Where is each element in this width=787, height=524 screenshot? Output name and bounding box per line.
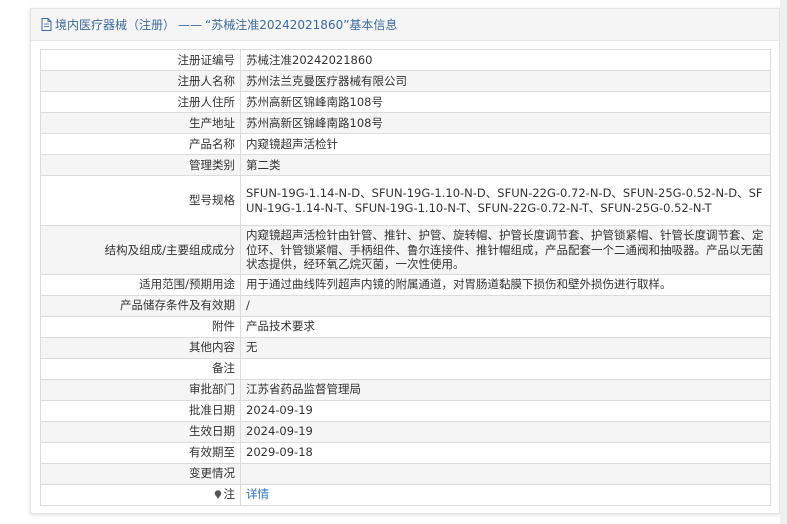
- table-row: 生产地址 苏州高新区锦峰南路108号: [40, 112, 771, 134]
- row-value: 产品技术要求: [240, 315, 771, 338]
- row-label: 审批部门: [40, 378, 241, 401]
- row-label: 注册人名称: [40, 70, 241, 92]
- row-value: [240, 357, 771, 380]
- table-row: 适用范围/预期用途 用于通过曲线阵列超声内镜的附属通道，对胃肠道黏膜下损伤和壁外…: [40, 273, 771, 296]
- row-label: 变更情况: [40, 462, 241, 485]
- row-label: 结构及组成/主要组成成分: [40, 225, 241, 275]
- table-row: 管理类别 第二类: [40, 154, 771, 176]
- note-label-cell: 注: [40, 483, 241, 506]
- row-value: 苏州法兰克曼医疗器械有限公司: [240, 70, 771, 92]
- table-row: 附件 产品技术要求: [40, 315, 771, 338]
- row-value: /: [240, 294, 771, 317]
- panel-header: 境内医疗器械（注册） —— “苏械注准20242021860”基本信息: [31, 9, 779, 41]
- row-value: 内窥镜超声活检针由针管、推针、护管、旋转帽、护管长度调节套、护管锁紧帽、针管长度…: [240, 225, 771, 275]
- header-separator: ——: [178, 17, 203, 32]
- row-value: 无: [240, 336, 771, 359]
- row-label: 有效期至: [40, 441, 241, 464]
- row-value: 第二类: [240, 154, 771, 176]
- row-value: 2024-09-19: [240, 420, 771, 443]
- location-pin-icon: [214, 490, 221, 500]
- table-row: 结构及组成/主要组成成分 内窥镜超声活检针由针管、推针、护管、旋转帽、护管长度调…: [40, 225, 771, 275]
- table-row: 注册人住所 苏州高新区锦峰南路108号: [40, 91, 771, 113]
- row-label: 适用范围/预期用途: [40, 273, 241, 296]
- table-row: 生效日期 2024-09-19: [40, 420, 771, 443]
- row-value: 2024-09-19: [240, 399, 771, 422]
- scrollbar[interactable]: [780, 0, 787, 524]
- row-label: 备注: [40, 357, 241, 380]
- row-label: 生效日期: [40, 420, 241, 443]
- row-label: 附件: [40, 315, 241, 338]
- table-row: 批准日期 2024-09-19: [40, 399, 771, 422]
- table-row: 其他内容 无: [40, 336, 771, 359]
- note-value-cell: 详情: [240, 483, 771, 506]
- document-icon: [41, 18, 52, 31]
- table-row: 产品名称 内窥镜超声活检针: [40, 133, 771, 155]
- table-row: 审批部门 江苏省药品监督管理局: [40, 378, 771, 401]
- row-label: 管理类别: [40, 154, 241, 176]
- row-label: 型号规格: [40, 175, 241, 226]
- table-row: 备注: [40, 357, 771, 380]
- table-row-note: 注 详情: [40, 483, 771, 506]
- row-label: 注册人住所: [40, 91, 241, 113]
- details-link[interactable]: 详情: [246, 487, 269, 501]
- row-value: 苏械注准20242021860: [240, 49, 771, 71]
- row-value: 内窥镜超声活检针: [240, 133, 771, 155]
- row-value: [240, 462, 771, 485]
- page-title: “苏械注准20242021860”基本信息: [205, 18, 398, 32]
- row-value: 苏州高新区锦峰南路108号: [240, 91, 771, 113]
- table-row: 变更情况: [40, 462, 771, 485]
- note-label: 注: [223, 487, 236, 502]
- table-row: 注册人名称 苏州法兰克曼医疗器械有限公司: [40, 70, 771, 92]
- table-row: 有效期至 2029-09-18: [40, 441, 771, 464]
- row-label: 批准日期: [40, 399, 241, 422]
- row-label: 产品名称: [40, 133, 241, 155]
- row-value: SFUN-19G-1.14-N-D、SFUN-19G-1.10-N-D、SFUN…: [240, 175, 771, 226]
- row-value: 用于通过曲线阵列超声内镜的附属通道，对胃肠道黏膜下损伤和壁外损伤进行取样。: [240, 273, 771, 296]
- row-label: 产品储存条件及有效期: [40, 294, 241, 317]
- row-label: 注册证编号: [40, 49, 241, 71]
- table-row: 型号规格 SFUN-19G-1.14-N-D、SFUN-19G-1.10-N-D…: [40, 175, 771, 226]
- table-row: 注册证编号 苏械注准20242021860: [40, 49, 771, 71]
- info-table: 注册证编号 苏械注准20242021860 注册人名称 苏州法兰克曼医疗器械有限…: [40, 49, 771, 506]
- row-value: 江苏省药品监督管理局: [240, 378, 771, 401]
- row-label: 其他内容: [40, 336, 241, 359]
- info-panel: 境内医疗器械（注册） —— “苏械注准20242021860”基本信息 注册证编…: [30, 8, 780, 514]
- row-value: 2029-09-18: [240, 441, 771, 464]
- header-category: 境内医疗器械（注册）: [55, 18, 176, 32]
- row-value: 苏州高新区锦峰南路108号: [240, 112, 771, 134]
- row-label: 生产地址: [40, 112, 241, 134]
- table-row: 产品储存条件及有效期 /: [40, 294, 771, 317]
